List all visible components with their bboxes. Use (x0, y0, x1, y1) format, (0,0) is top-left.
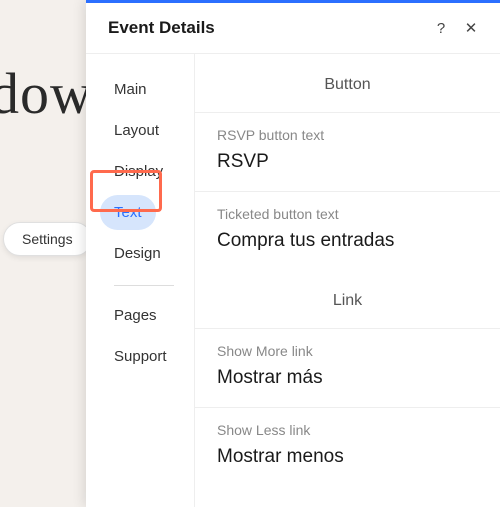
field-rsvp-button-text[interactable]: RSVP button text RSVP (195, 112, 500, 191)
sidebar-item-support[interactable]: Support (100, 339, 181, 374)
field-value: Mostrar menos (217, 446, 478, 468)
sidebar-item-pages[interactable]: Pages (100, 298, 171, 333)
field-value: RSVP (217, 151, 478, 173)
field-label: Show Less link (217, 422, 478, 438)
panel-header: Event Details ? ✕ (86, 3, 500, 54)
settings-button[interactable]: Settings (3, 222, 92, 256)
field-label: Ticketed button text (217, 206, 478, 222)
sidebar-item-main[interactable]: Main (100, 72, 161, 107)
field-show-more-link[interactable]: Show More link Mostrar más (195, 328, 500, 407)
close-icon[interactable]: ✕ (460, 17, 482, 39)
field-label: Show More link (217, 343, 478, 359)
field-value: Compra tus entradas (217, 230, 478, 252)
sidebar-item-layout[interactable]: Layout (100, 113, 173, 148)
settings-sidebar: Main Layout Display Text Design Pages Su… (86, 54, 194, 507)
panel-title: Event Details (108, 18, 422, 38)
field-show-less-link[interactable]: Show Less link Mostrar menos (195, 407, 500, 486)
panel-body: Main Layout Display Text Design Pages Su… (86, 54, 500, 507)
sidebar-item-text[interactable]: Text (100, 195, 156, 230)
sidebar-divider (114, 285, 174, 286)
field-label: RSVP button text (217, 127, 478, 143)
help-icon[interactable]: ? (430, 17, 452, 39)
sidebar-item-design[interactable]: Design (100, 236, 175, 271)
section-header-link: Link (195, 270, 500, 328)
background-text: dow (0, 60, 93, 127)
section-header-button: Button (195, 54, 500, 112)
event-details-panel: Event Details ? ✕ Main Layout Display Te… (86, 0, 500, 507)
sidebar-item-display[interactable]: Display (100, 154, 177, 189)
field-ticketed-button-text[interactable]: Ticketed button text Compra tus entradas (195, 191, 500, 270)
field-value: Mostrar más (217, 367, 478, 389)
settings-content: Button RSVP button text RSVP Ticketed bu… (194, 54, 500, 507)
